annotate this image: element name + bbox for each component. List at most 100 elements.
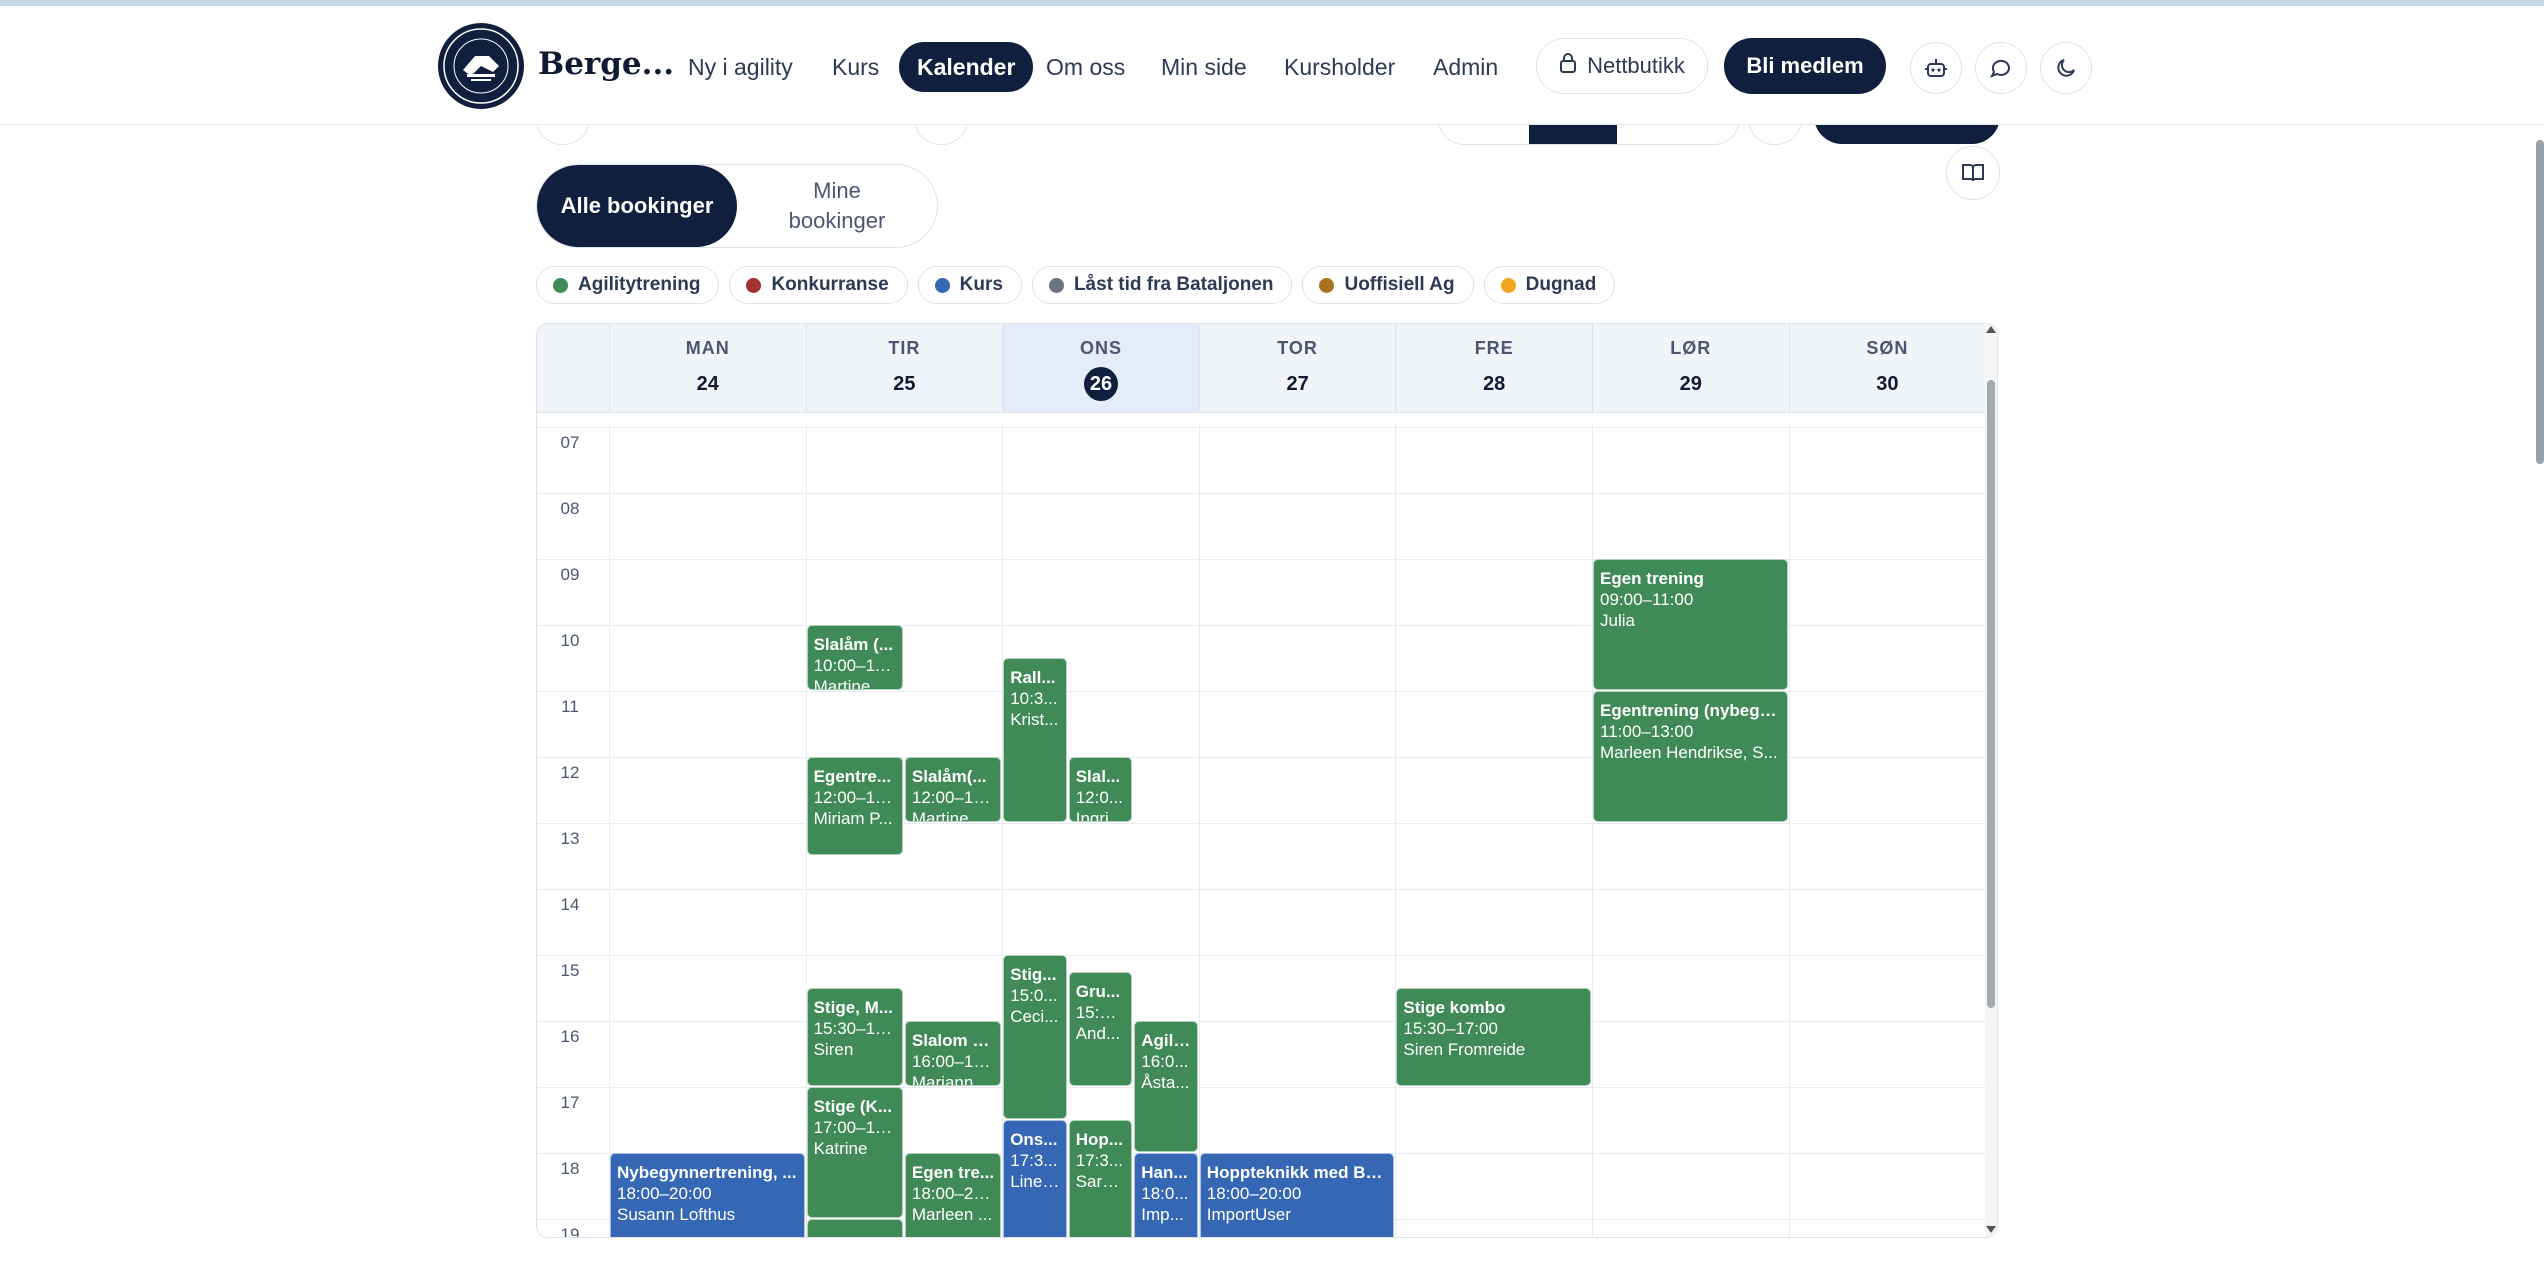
week-calendar: MAN 24 TIR 25 ONS 26 TOR 27 FRE 28 LØR 29 SØN 30 07 08… [536,323,1998,1238]
page-scroll-thumb[interactable] [2536,140,2544,464]
calendar-event[interactable]: Slalåm (... 10:00–11:... Martine [806,625,903,690]
event-time: 10:00–11:... [813,656,896,675]
calendar-event[interactable] [806,1219,903,1237]
calendar-event[interactable]: Stige (K... 17:00–19:... Katrine [806,1087,903,1218]
event-time: 18:00–20:00 [1206,1184,1302,1203]
calendar-scroll-thumb[interactable] [1987,380,1995,1008]
legend-chip[interactable]: Agilitytrening [536,266,720,304]
day-number: 24 [696,373,719,395]
hour-gridline [537,427,1985,428]
hour-gridline [537,1021,1985,1022]
calendar-event[interactable]: Egentrening (nybegy... 11:00–13:00 Marleen… [1593,691,1788,822]
day-header[interactable]: MAN 24 [609,324,806,412]
all-bookings-tab[interactable]: Alle bookinger [537,165,737,247]
event-person: Marleen Hendrikse, S... [1600,743,1778,762]
day-name: FRE [1474,338,1514,358]
day-header[interactable]: ONS 26 [1002,324,1199,412]
nav-ny-i-agility[interactable]: Ny i agility [670,42,811,92]
day-header[interactable]: TOR 27 [1198,324,1396,412]
legend-chip[interactable]: Kurs [917,266,1022,304]
calendar-event[interactable]: Egen tre... 18:00–20... Marleen ... [904,1153,1002,1237]
day-column-divider [609,425,610,1237]
nav-kursholder[interactable]: Kursholder [1266,42,1413,92]
event-person: Line ... [1010,1172,1060,1191]
nav-admin[interactable]: Admin [1415,42,1516,92]
day-header[interactable]: TIR 25 [805,324,1003,412]
calendar-scrollbar[interactable] [1985,324,1997,1237]
event-time: 10:3... [1010,689,1058,708]
event-title: Stige (K... [813,1097,892,1116]
calendar-event[interactable]: Ons... 17:3... Line ... [1003,1120,1067,1237]
legend-chip[interactable]: Låst tid fra Bataljonen [1031,266,1293,304]
event-person: Krist... [1010,710,1059,729]
scroll-down-arrow[interactable] [1986,1226,1996,1233]
hour-label: 18 [560,1159,580,1178]
brand-name[interactable]: Berge... [538,46,674,82]
shop-label: Nettbutikk [1587,53,1685,78]
event-time: 17:00–19:... [813,1118,896,1137]
calendar-event[interactable]: Hop... 17:3... Sara... [1068,1120,1133,1237]
join-button[interactable]: Bli medlem [1724,38,1886,94]
moon-icon-button[interactable] [2040,42,2092,94]
calendar-event[interactable]: Nybegynnertrening, ... 18:00–20:00 Susann … [610,1153,805,1237]
robot-icon-button[interactable] [1910,42,1962,94]
robot-icon [1925,59,1947,77]
guide-button[interactable] [1946,146,2000,200]
calendar-event[interactable]: Slalom alé 16:00–17:... Mariann... [904,1021,1002,1086]
chat-icon-button[interactable] [1975,42,2027,94]
event-person: Åsta... [1141,1073,1190,1092]
nav-kalender[interactable]: Kalender [899,42,1034,92]
calendar-event[interactable]: Stige kombo 15:30–17:00 Siren Fromreide [1396,988,1591,1086]
event-time: 12:00–13... [813,788,896,807]
hour-label: 13 [560,829,580,848]
calendar-event[interactable]: Hoppteknikk med Bo... 18:00–20:00 ImportUs… [1199,1153,1395,1237]
event-person: Martine [813,677,871,690]
nav-om-oss[interactable]: Om oss [1028,42,1143,92]
event-title: Gru... [1075,981,1121,1001]
calendar-event[interactable]: Gru...15:15...And... [1068,971,1133,1086]
event-person: Julia [1600,611,1635,630]
calendar-event[interactable]: Egentre... 12:00–13... Miriam P... [806,757,903,855]
event-person: Martine ... [911,809,988,822]
event-time: 17:3... [1010,1151,1058,1170]
event-person: Katrine [813,1139,868,1158]
legend-chip[interactable]: Uoffisiell Ag [1302,266,1474,304]
event-title: Egen tre... [911,1163,995,1182]
nav-kurs[interactable]: Kurs [814,42,897,92]
event-time: 15:30–17:... [813,1019,896,1038]
calendar-event[interactable]: Han... 18:0... Imp... [1134,1153,1198,1237]
legend-chip[interactable]: Dugnad [1483,266,1616,304]
calendar-event[interactable]: Rall... 10:3... Krist... [1003,658,1067,822]
day-header[interactable]: LØR 29 [1592,324,1789,412]
event-time: 12:00–13... [911,788,995,807]
day-header[interactable]: SØN 30 [1788,324,1986,412]
legend-label: Kurs [959,274,1003,295]
site-header: Berge... Ny i agility Kurs Kalender Om o… [0,6,2544,125]
event-time: 12:0... [1075,788,1123,807]
event-title: Han... [1141,1163,1188,1182]
calendar-event[interactable]: Slalåm(... 12:00–13... Martine ... [904,757,1002,822]
hour-label: 10 [560,631,580,650]
day-header[interactable]: FRE 28 [1395,324,1592,412]
calendar-event[interactable]: Egen trening 09:00–11:00 Julia [1593,559,1788,690]
calendar-event[interactable]: Stige, M... 15:30–17:... Siren [806,988,903,1086]
calendar-event[interactable]: Agili... 16:0... Åsta... [1134,1021,1198,1152]
event-title: Egentrening (nybegy... [1600,701,1781,720]
legend-chip[interactable]: Konkurranse [729,266,908,304]
event-title: Stig... [1010,965,1057,984]
nav-min-side[interactable]: Min side [1143,42,1265,92]
legend-label: Konkurranse [771,274,889,295]
my-bookings-tab[interactable]: Mine bookinger [737,165,937,247]
club-logo[interactable] [438,23,524,109]
scroll-up-arrow[interactable] [1986,326,1996,333]
event-person: Susann Lofthus [617,1205,736,1224]
event-time: 16:00–17:... [911,1052,995,1071]
event-time: 18:00–20... [911,1184,995,1203]
calendar-event[interactable]: Stig... 15:0... Ceci... [1003,955,1067,1119]
book-icon [1962,164,1984,182]
shop-button[interactable]: Nettbutikk [1536,38,1708,94]
legend-label: Uoffisiell Ag [1344,274,1455,295]
hour-label: 19 [560,1225,580,1238]
calendar-event[interactable]: Slal... 12:0... Ingri... [1068,757,1133,822]
day-name: SØN [1866,338,1909,358]
